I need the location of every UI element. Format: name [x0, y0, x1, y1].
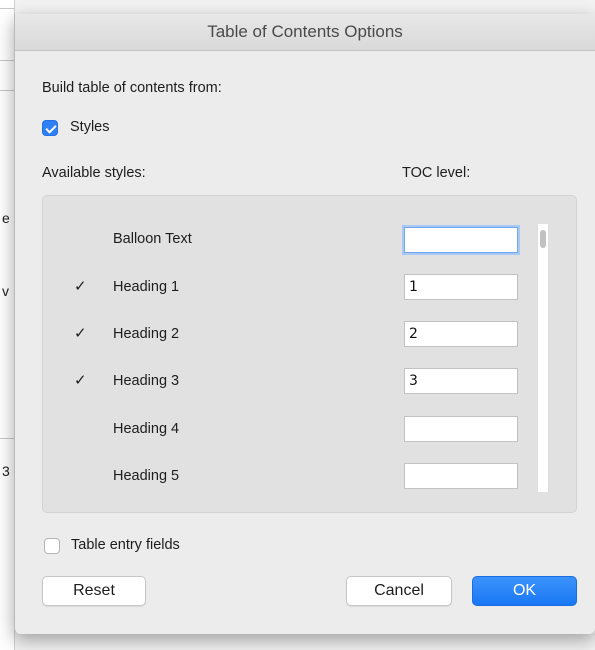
table-entry-fields-checkbox[interactable] [44, 538, 60, 554]
styles-list-panel: Balloon Text ✓ Heading 1 1 ✓ Heading 2 2… [42, 195, 577, 513]
style-name-heading-4[interactable]: Heading 4 [113, 421, 179, 437]
table-entry-fields-label[interactable]: Table entry fields [71, 537, 180, 553]
reset-button[interactable]: Reset [42, 576, 146, 606]
document-divider [0, 8, 14, 9]
cancel-button[interactable]: Cancel [346, 576, 452, 606]
toc-level-input-heading-1[interactable]: 1 [404, 274, 518, 300]
toc-level-input-heading-2[interactable]: 2 [404, 321, 518, 347]
ok-button[interactable]: OK [472, 576, 577, 606]
style-name-balloon-text[interactable]: Balloon Text [113, 231, 192, 247]
toc-options-dialog: Table of Contents Options Build table of… [14, 14, 595, 634]
styles-checkbox-label[interactable]: Styles [70, 119, 110, 135]
toc-level-input-balloon-text[interactable] [404, 227, 518, 253]
toc-level-label: TOC level: [402, 165, 471, 181]
document-text-fragment: v [2, 283, 9, 299]
document-edge: e v 3 [0, 0, 15, 650]
check-mark-icon: ✓ [74, 372, 87, 389]
toc-level-input-heading-4[interactable] [404, 416, 518, 442]
document-divider [0, 438, 14, 439]
document-divider [0, 60, 14, 61]
document-divider [0, 90, 14, 91]
style-name-heading-1[interactable]: Heading 1 [113, 279, 179, 295]
available-styles-label: Available styles: [42, 165, 146, 181]
styles-list-scrollbar[interactable] [537, 224, 549, 492]
check-mark-icon: ✓ [74, 325, 87, 342]
style-name-heading-3[interactable]: Heading 3 [113, 373, 179, 389]
toc-level-input-heading-3[interactable]: 3 [404, 368, 518, 394]
document-text-fragment: 3 [2, 463, 10, 479]
toc-level-input-heading-5[interactable] [404, 463, 518, 489]
scrollbar-thumb[interactable] [540, 230, 546, 248]
style-name-heading-5[interactable]: Heading 5 [113, 468, 179, 484]
check-mark-icon: ✓ [74, 278, 87, 295]
document-text-fragment: e [2, 210, 10, 226]
build-from-heading: Build table of contents from: [42, 80, 222, 96]
style-name-heading-2[interactable]: Heading 2 [113, 326, 179, 342]
dialog-title: Table of Contents Options [15, 14, 595, 51]
styles-checkbox[interactable] [42, 120, 58, 136]
